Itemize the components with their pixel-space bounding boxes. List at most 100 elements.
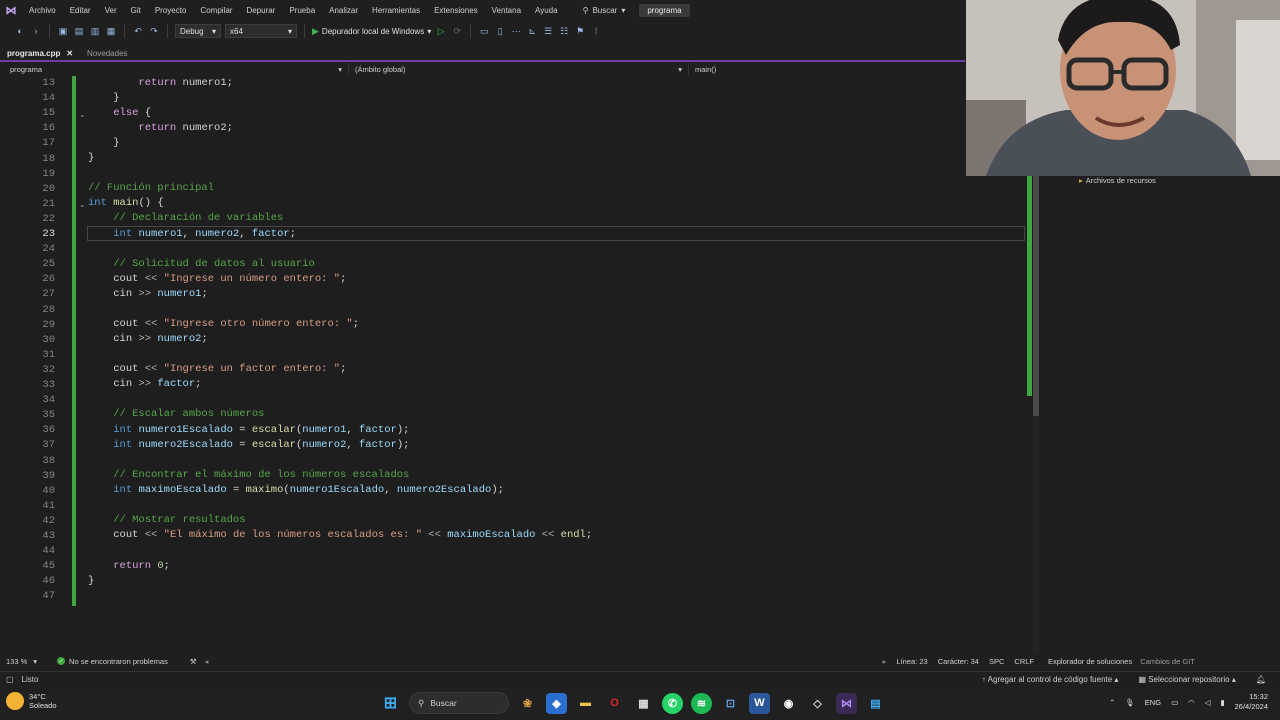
project-name-badge[interactable]: programa bbox=[639, 3, 690, 17]
code-cleanup-icon[interactable]: ⚒ bbox=[190, 657, 197, 666]
breakpoint-settings-icon[interactable]: ⋯ bbox=[510, 25, 522, 37]
fold-toggle-icon[interactable]: ⌄ bbox=[79, 200, 86, 209]
menu-ventana[interactable]: Ventana bbox=[485, 6, 528, 15]
chevron-right-icon[interactable]: ▸ bbox=[883, 657, 887, 666]
redo-icon[interactable]: ↷ bbox=[148, 25, 160, 37]
microsoft-store-icon[interactable]: ▦ bbox=[633, 693, 654, 714]
menu-proyecto[interactable]: Proyecto bbox=[148, 6, 194, 15]
windows-start-icon[interactable]: ⊞ bbox=[380, 693, 401, 714]
menu-search-button[interactable]: ⚲ Buscar ▾ bbox=[575, 6, 634, 15]
tab-programa-cpp[interactable]: programa.cpp ✕ bbox=[0, 46, 81, 60]
visual-studio-logo-icon[interactable]: ⋈ bbox=[0, 0, 22, 20]
widget-icon[interactable]: ❀ bbox=[517, 693, 538, 714]
uncomment-icon[interactable]: ☷ bbox=[558, 25, 570, 37]
issues-indicator[interactable]: ✓ No se encontraron problemas bbox=[57, 657, 168, 666]
menu-prueba[interactable]: Prueba bbox=[282, 6, 322, 15]
hot-reload-icon[interactable]: ⟳ bbox=[451, 25, 463, 37]
undo-icon[interactable]: ↶ bbox=[132, 25, 144, 37]
member-dropdown[interactable]: main() bbox=[689, 63, 965, 75]
close-icon[interactable]: ✕ bbox=[66, 49, 73, 58]
step-icon[interactable]: ⊾ bbox=[526, 25, 538, 37]
line-number: 35 bbox=[42, 409, 55, 421]
notepad-icon[interactable]: ▤ bbox=[865, 693, 886, 714]
network-app-icon[interactable]: ⊡ bbox=[720, 693, 741, 714]
visual-studio-icon[interactable]: ⋈ bbox=[836, 692, 857, 714]
navigate-back-icon[interactable]: ◐ bbox=[14, 25, 26, 37]
line-number-gutter: 13 14 15 16 17 18 19 20 21 22 23 24 25 26 27 28 29 30 31 32… bbox=[0, 76, 60, 654]
wifi-icon[interactable]: ◠ bbox=[1188, 698, 1195, 707]
tab-novedades[interactable]: Novedades bbox=[80, 46, 134, 60]
menu-extensiones[interactable]: Extensiones bbox=[427, 6, 485, 15]
character-indicator[interactable]: Carácter: 34 bbox=[938, 657, 979, 666]
start-debugging-button[interactable]: ▶ Depurador local de Windows ▾ bbox=[312, 26, 431, 37]
chevron-down-icon: ▾ bbox=[621, 5, 626, 15]
menu-editar[interactable]: Editar bbox=[63, 6, 98, 15]
tab-label: Novedades bbox=[87, 48, 128, 58]
navigation-bar: programa ▾ (Ámbito global) ▾ main() bbox=[4, 63, 965, 75]
tree-item-resource-files[interactable]: ▸ Archivos de recursos bbox=[1079, 176, 1156, 185]
notifications-icon[interactable]: 🔔︎ bbox=[1256, 675, 1266, 684]
menu-herramientas[interactable]: Herramientas bbox=[365, 6, 427, 15]
menu-git[interactable]: Git bbox=[124, 6, 148, 15]
file-explorer-icon[interactable]: ▬ bbox=[575, 693, 596, 714]
whatsapp-icon[interactable]: ✆ bbox=[662, 692, 683, 714]
code-editor[interactable]: 13 14 15 16 17 18 19 20 21 22 23 24 25 26 27 28 29 30 31 32… bbox=[0, 76, 1040, 654]
weather-widget[interactable]: 34°C Soleado bbox=[6, 692, 57, 710]
code-line-35: // Escalar ambos números bbox=[88, 408, 265, 420]
comment-icon[interactable]: ☰ bbox=[542, 25, 554, 37]
solution-config-select[interactable]: Debug ▾ bbox=[175, 24, 221, 38]
open-folder-icon[interactable]: ▤ bbox=[73, 25, 85, 37]
scrollbar-thumb[interactable] bbox=[1033, 176, 1039, 416]
menu-archivo[interactable]: Archivo bbox=[22, 6, 63, 15]
platform-select[interactable]: x64 ▾ bbox=[225, 24, 297, 38]
code-line-22: // Declaración de variables bbox=[88, 212, 284, 224]
battery-icon[interactable]: ▮ bbox=[1220, 698, 1224, 707]
line-number: 46 bbox=[42, 575, 55, 587]
chevron-left-icon[interactable]: ◂ bbox=[205, 657, 209, 666]
browse-icon[interactable]: ▭ bbox=[478, 25, 490, 37]
line-number: 41 bbox=[42, 500, 55, 512]
copilot-icon[interactable]: ◆ bbox=[546, 692, 567, 714]
layout-icon[interactable]: ▯ bbox=[494, 25, 506, 37]
navigate-forward-icon[interactable]: › bbox=[30, 25, 42, 37]
taskbar-search[interactable]: ⚲ Buscar bbox=[409, 692, 509, 714]
tab-git-changes[interactable]: Cambios de GIT bbox=[1140, 657, 1195, 666]
line-ending-indicator[interactable]: CRLF bbox=[1014, 657, 1034, 666]
chevron-down-icon[interactable]: ▾ bbox=[33, 657, 37, 666]
line-indicator[interactable]: Línea: 23 bbox=[896, 657, 927, 666]
line-number: 26 bbox=[42, 273, 55, 285]
volume-icon[interactable]: ◁ bbox=[1205, 698, 1211, 707]
display-icon[interactable]: ▭ bbox=[1171, 698, 1178, 707]
clock[interactable]: 15:32 26/4/2024 bbox=[1235, 692, 1268, 712]
new-project-icon[interactable]: ▣ bbox=[57, 25, 69, 37]
chevron-up-icon[interactable]: ⌃ bbox=[1109, 698, 1115, 707]
menu-ayuda[interactable]: Ayuda bbox=[528, 6, 565, 15]
start-without-debugging-icon[interactable]: ▷ bbox=[435, 25, 447, 37]
menu-compilar[interactable]: Compilar bbox=[193, 6, 239, 15]
menu-depurar[interactable]: Depurar bbox=[239, 6, 282, 15]
toolbar-separator bbox=[304, 24, 305, 38]
tree-item-label: Archivos de recursos bbox=[1085, 176, 1156, 185]
code-line-33: cin >> factor; bbox=[113, 378, 202, 390]
unity-icon[interactable]: ◇ bbox=[807, 693, 828, 714]
spotify-icon[interactable]: ≋ bbox=[691, 692, 712, 714]
select-repository-button[interactable]: ▦ Seleccionar repositorio ▴ bbox=[1138, 675, 1235, 684]
bookmark-icon[interactable]: ⚑ bbox=[574, 25, 586, 37]
save-all-icon[interactable]: ▦ bbox=[105, 25, 117, 37]
scope-dropdown[interactable]: (Ámbito global) ▾ bbox=[349, 63, 689, 75]
whitespace-indicator[interactable]: SPC bbox=[989, 657, 1004, 666]
opera-icon[interactable]: O bbox=[604, 693, 625, 714]
menu-analizar[interactable]: Analizar bbox=[322, 6, 365, 15]
menu-ver[interactable]: Ver bbox=[98, 6, 124, 15]
github-icon[interactable]: ◉ bbox=[778, 693, 799, 714]
project-dropdown[interactable]: programa ▾ bbox=[4, 63, 349, 75]
microphone-icon[interactable]: 🎙︎ bbox=[1125, 698, 1135, 707]
more-options-icon[interactable]: ⁝ bbox=[590, 25, 602, 37]
language-indicator[interactable]: ENG bbox=[1145, 698, 1161, 707]
tab-solution-explorer[interactable]: Explorador de soluciones bbox=[1048, 657, 1132, 666]
zoom-level[interactable]: 133 % bbox=[0, 657, 33, 666]
save-icon[interactable]: ▥ bbox=[89, 25, 101, 37]
add-source-control-button[interactable]: ↑ Agregar al control de código fuente ▴ bbox=[982, 675, 1119, 684]
fold-toggle-icon[interactable]: ⌄ bbox=[79, 110, 86, 119]
word-icon[interactable]: W bbox=[749, 692, 770, 714]
